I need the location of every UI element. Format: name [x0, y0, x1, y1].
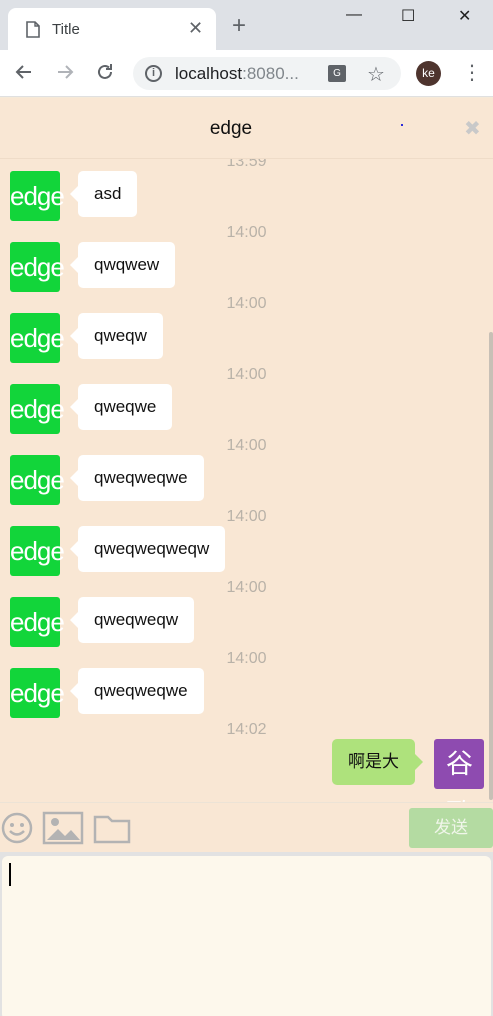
contact-avatar[interactable]: edge [10, 313, 65, 363]
message-bubble: qweqw [70, 313, 163, 359]
browser-toolbar: i localhost:8080... G ☆ ke ⋮ [0, 50, 493, 97]
message-input[interactable] [2, 856, 491, 1016]
image-icon[interactable] [42, 811, 84, 845]
text-caret [9, 863, 11, 886]
forward-arrow-icon[interactable] [55, 62, 75, 82]
message-bubble: qwqwew [69, 242, 176, 288]
contact-avatar[interactable]: edge [10, 455, 65, 505]
timestamp: 14:00 [226, 437, 267, 454]
minimize-icon[interactable]: — [346, 6, 362, 24]
contact-avatar[interactable]: edge [10, 242, 65, 292]
contact-avatar[interactable]: edge [10, 526, 65, 576]
send-button[interactable]: 发送 [409, 808, 493, 848]
timestamp: 14:02 [226, 721, 267, 738]
chat-close-icon[interactable]: ✖ [464, 116, 481, 141]
timestamp: 14:00 [226, 579, 267, 596]
timestamp: 14:00 [226, 366, 267, 383]
url-rest: :8080... [242, 64, 299, 83]
window-close-icon[interactable]: ✕ [458, 6, 471, 26]
contact-avatar[interactable]: edge [10, 171, 65, 221]
folder-icon[interactable] [93, 811, 131, 845]
url-text: localhost:8080... [175, 64, 299, 84]
chat-header: edge ✖ [0, 98, 493, 159]
translate-icon[interactable]: G [328, 65, 346, 82]
message-scrollbar[interactable] [489, 332, 493, 800]
timestamp: 14:00 [226, 508, 267, 525]
info-icon[interactable]: i [145, 65, 162, 82]
address-bar[interactable]: i localhost:8080... G ☆ [133, 57, 401, 90]
browser-tab[interactable]: Title ✕ [8, 8, 216, 50]
message-bubble: asd [69, 171, 138, 217]
tab-title: Title [52, 21, 80, 38]
timestamp: 14:00 [226, 295, 267, 312]
contact-name: edge [209, 118, 253, 139]
message-bubble: qweqweqwe [70, 455, 204, 501]
url-host: localhost [175, 64, 243, 83]
tab-close-icon[interactable]: ✕ [188, 18, 203, 39]
maximize-icon[interactable]: ☐ [401, 6, 415, 26]
browser-tab-bar: Title ✕ + — ☐ ✕ [0, 0, 493, 50]
composer-area [0, 852, 493, 1016]
timestamp: 14:00 [226, 650, 267, 667]
message-bubble: qweqweqweqw [69, 526, 226, 572]
back-arrow-icon[interactable] [14, 62, 34, 82]
message-bubble: qweqwe [69, 384, 173, 430]
message-list[interactable]: 13:59 edge asd 14:00 edge qwqwew 14:00 e… [0, 159, 493, 802]
my-avatar[interactable]: 谷歌 [434, 739, 484, 802]
bookmark-star-icon[interactable]: ☆ [367, 62, 385, 87]
message-bubble: qweqweqw [69, 597, 195, 643]
contact-avatar[interactable]: edge [10, 597, 65, 647]
status-dot [401, 124, 403, 126]
reload-icon[interactable] [95, 62, 115, 82]
contact-avatar[interactable]: edge [10, 668, 65, 718]
composer-toolbar: 发送 [0, 802, 493, 852]
timestamp: 13:59 [226, 159, 267, 170]
emoji-icon[interactable] [0, 811, 34, 845]
kebab-menu-icon[interactable]: ⋮ [462, 60, 482, 85]
document-icon [26, 21, 40, 38]
message-bubble: qweqweqwe [70, 668, 204, 714]
my-message-bubble: 啊是大 [332, 739, 423, 785]
new-tab-icon[interactable]: + [232, 14, 246, 38]
timestamp: 14:00 [226, 224, 267, 241]
contact-avatar[interactable]: edge [10, 384, 65, 434]
profile-avatar[interactable]: ke [416, 61, 441, 86]
